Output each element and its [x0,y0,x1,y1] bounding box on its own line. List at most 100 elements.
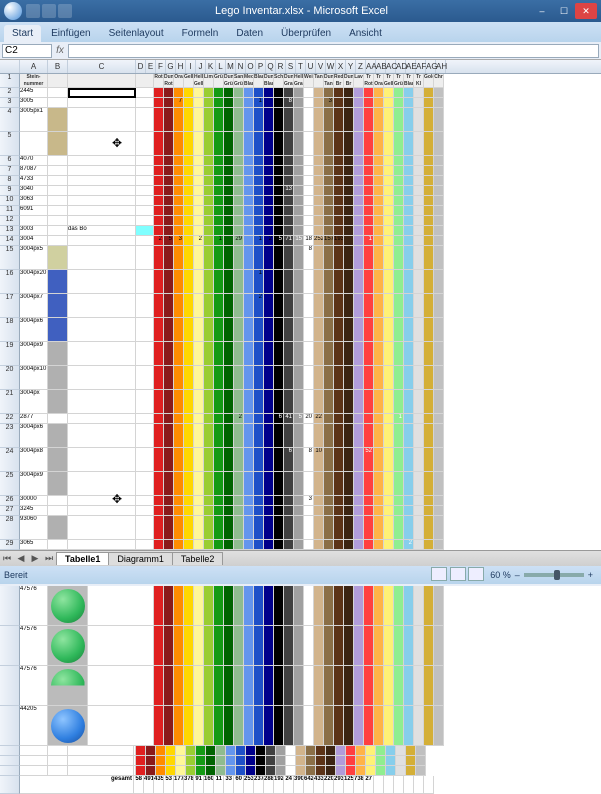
color-cell[interactable] [424,342,434,366]
color-cell[interactable] [174,706,184,746]
color-cell[interactable] [384,448,394,472]
cell[interactable] [136,206,154,216]
cell-partnum[interactable]: 3004px5 [20,246,48,270]
color-cell[interactable] [204,98,214,108]
color-cell[interactable] [254,166,264,176]
color-cell[interactable] [254,586,264,626]
color-cell[interactable] [354,390,364,414]
color-cell[interactable] [324,294,334,318]
color-cell[interactable] [244,98,254,108]
cell[interactable] [136,236,154,246]
color-cell[interactable]: 6 [274,414,284,424]
total-cell[interactable]: 2376 [254,776,264,794]
color-cell[interactable] [174,196,184,206]
color-cell[interactable] [154,98,164,108]
color-cell[interactable] [184,176,194,186]
color-cell[interactable] [164,516,174,540]
color-cell[interactable] [304,176,314,186]
color-cell[interactable]: 2 [194,236,204,246]
fx-icon[interactable]: fx [52,45,68,56]
color-cell[interactable] [354,540,364,550]
color-cell[interactable] [334,366,344,390]
color-cell[interactable] [434,132,444,156]
color-cell[interactable] [204,414,214,424]
color-cell[interactable] [314,98,324,108]
color-cell[interactable] [394,166,404,176]
color-cell[interactable] [274,366,284,390]
cell-partnum[interactable]: 3063 [20,196,48,206]
total-cell[interactable]: 390 [294,776,304,794]
color-cell[interactable] [294,472,304,496]
color-cell[interactable] [334,108,344,132]
color-cell[interactable] [264,506,274,516]
color-cell[interactable]: 13 [284,186,294,196]
cell[interactable] [136,318,154,342]
color-cell[interactable] [234,196,244,206]
cell[interactable] [136,506,154,516]
color-cell[interactable] [314,506,324,516]
cell[interactable] [136,196,154,206]
color-cell[interactable] [214,206,224,216]
cell[interactable] [68,176,136,186]
color-cell[interactable] [324,186,334,196]
color-cell[interactable] [384,196,394,206]
cell[interactable] [68,540,136,550]
cell[interactable] [136,98,154,108]
color-cell[interactable] [424,496,434,506]
color-cell[interactable] [354,270,364,294]
color-cell[interactable] [404,98,414,108]
color-cell[interactable]: 1 [394,414,404,424]
color-cell[interactable] [364,366,374,390]
color-cell[interactable] [184,448,194,472]
color-cell[interactable] [294,166,304,176]
color-cell[interactable] [294,496,304,506]
color-cell[interactable]: 7 [174,98,184,108]
color-cell[interactable] [434,506,444,516]
tab-nav-first-icon[interactable]: ⏮ [0,553,14,564]
color-cell[interactable] [244,196,254,206]
color-cell[interactable] [174,342,184,366]
color-cell[interactable] [224,414,234,424]
total-cell[interactable]: 491 [144,776,154,794]
cell-partnum[interactable]: 3040 [20,186,48,196]
color-cell[interactable] [374,424,384,448]
color-cell[interactable] [424,706,434,746]
color-cell[interactable] [314,294,324,318]
color-cell[interactable] [224,540,234,550]
color-cell[interactable] [354,156,364,166]
color-cell[interactable] [264,186,274,196]
color-cell[interactable] [254,196,264,206]
color-cell[interactable]: 2 [154,236,164,246]
color-cell[interactable] [314,246,324,270]
color-cell[interactable] [304,666,314,706]
color-cell[interactable] [254,706,264,746]
color-cell[interactable] [374,108,384,132]
color-cell[interactable] [244,516,254,540]
color-cell[interactable] [324,586,334,626]
color-cell[interactable] [344,424,354,448]
color-cell[interactable] [224,88,234,98]
color-cell[interactable] [264,270,274,294]
color-cell[interactable] [194,318,204,342]
color-cell[interactable] [354,516,364,540]
color-cell[interactable] [184,318,194,342]
color-cell[interactable] [194,540,204,550]
color-cell[interactable] [414,270,424,294]
color-cell[interactable] [374,626,384,666]
cell-image[interactable] [48,294,68,318]
cell[interactable] [68,132,136,156]
cell[interactable] [136,414,154,424]
color-cell[interactable] [384,186,394,196]
color-cell[interactable] [284,88,294,98]
color-cell[interactable] [234,706,244,746]
color-cell[interactable] [394,206,404,216]
color-cell[interactable] [384,270,394,294]
color-cell[interactable] [374,318,384,342]
color-cell[interactable] [344,414,354,424]
color-cell[interactable] [364,706,374,746]
color-cell[interactable] [184,246,194,270]
color-cell[interactable] [414,226,424,236]
color-cell[interactable] [274,706,284,746]
color-cell[interactable] [184,156,194,166]
color-cell[interactable] [324,516,334,540]
